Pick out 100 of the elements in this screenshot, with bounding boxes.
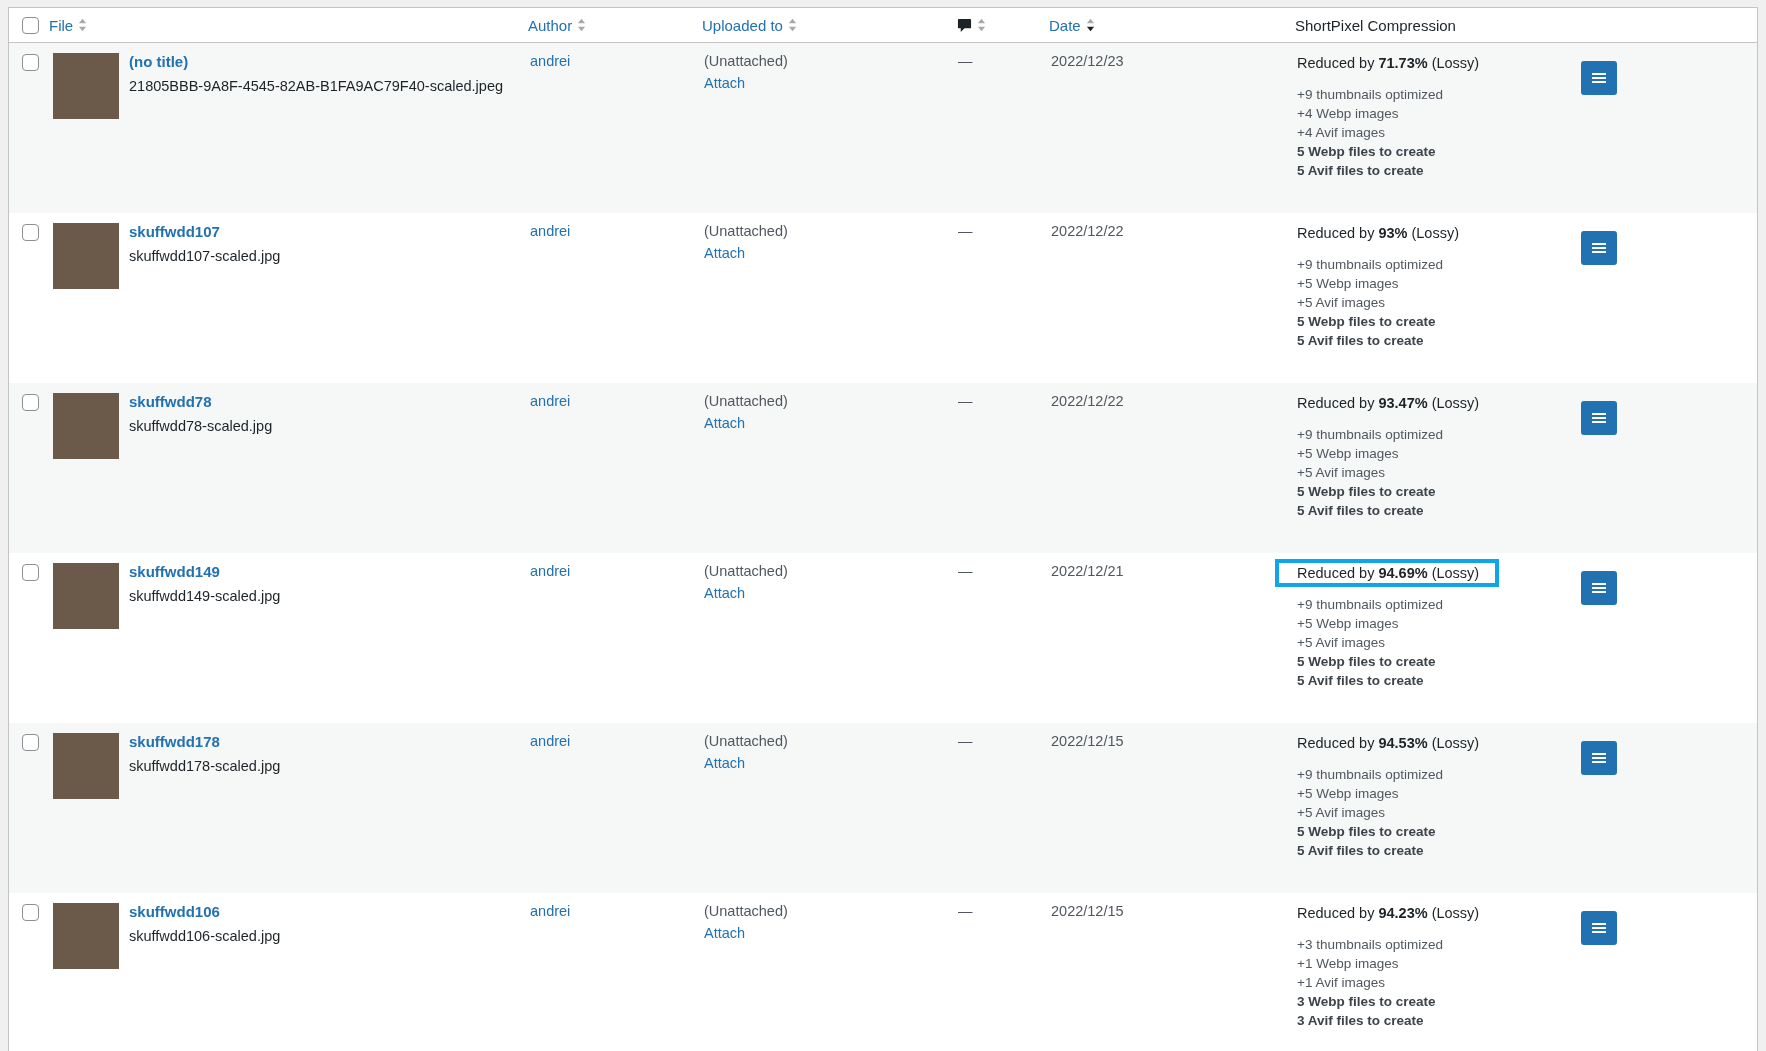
attach-link[interactable]: Attach bbox=[704, 75, 746, 91]
attach-link[interactable]: Attach bbox=[704, 415, 746, 431]
optimization-stat: +9 thumbnails optimized bbox=[1297, 767, 1443, 782]
media-title-link[interactable]: (no title) bbox=[129, 53, 189, 70]
username-link[interactable]: andrei bbox=[530, 563, 571, 579]
date-text: 2022/12/15 bbox=[1051, 733, 1124, 749]
reduction-text: Reduced by 94.23% (Lossy) bbox=[1296, 904, 1481, 923]
pending-files-text: 5 Avif files to create bbox=[1297, 503, 1425, 518]
menu-button[interactable] bbox=[1581, 571, 1617, 605]
pending-files-text: 3 Avif files to create bbox=[1297, 1013, 1425, 1028]
username-link[interactable]: andrei bbox=[530, 53, 571, 69]
uploaded-to-text: (Unattached) bbox=[704, 223, 788, 239]
date-text: 2022/12/22 bbox=[1051, 223, 1124, 239]
comment-count: — bbox=[958, 393, 973, 409]
optimization-stat: +5 Avif images bbox=[1297, 465, 1386, 480]
select-all-checkbox[interactable] bbox=[21, 16, 39, 34]
date-text: 2022/12/15 bbox=[1051, 903, 1124, 919]
media-title-link[interactable]: skuffwdd107 bbox=[129, 223, 220, 240]
pending-files-text: 5 Webp files to create bbox=[1297, 654, 1437, 669]
file-name: skuffwdd107-scaled.jpg bbox=[129, 248, 281, 264]
menu-button[interactable] bbox=[1581, 401, 1617, 435]
comment-count: — bbox=[958, 223, 973, 239]
attach-link[interactable]: Attach bbox=[704, 925, 746, 941]
menu-icon bbox=[1592, 752, 1606, 764]
menu-icon bbox=[1592, 72, 1606, 84]
uploaded-to-text: (Unattached) bbox=[704, 563, 788, 579]
optimization-stat: +4 Avif images bbox=[1297, 125, 1386, 140]
file-name: skuffwdd106-scaled.jpg bbox=[129, 928, 281, 944]
comment-count: — bbox=[958, 563, 973, 579]
pending-files-text: 5 Webp files to create bbox=[1297, 484, 1437, 499]
uploaded-to-text: (Unattached) bbox=[704, 733, 788, 749]
photo-placeholder bbox=[53, 393, 119, 459]
date-text: 2022/12/21 bbox=[1051, 563, 1124, 579]
media-title-link[interactable]: skuffwdd178 bbox=[129, 733, 220, 750]
date-text: 2022/12/22 bbox=[1051, 393, 1124, 409]
row-checkbox[interactable] bbox=[21, 394, 39, 411]
row-checkbox[interactable] bbox=[21, 904, 39, 921]
username-link[interactable]: andrei bbox=[530, 733, 571, 749]
row-checkbox[interactable] bbox=[21, 224, 39, 241]
file-name: skuffwdd178-scaled.jpg bbox=[129, 758, 281, 774]
sort-icon[interactable] bbox=[1085, 17, 1095, 33]
attach-link[interactable]: Attach bbox=[704, 755, 746, 771]
optimization-stat: +5 Avif images bbox=[1297, 805, 1386, 820]
uploaded-to-text: (Unattached) bbox=[704, 53, 788, 69]
uploaded-to-text: (Unattached) bbox=[704, 903, 788, 919]
optimization-stat: +5 Avif images bbox=[1297, 295, 1386, 310]
column-header-link[interactable]: Author bbox=[528, 16, 573, 34]
media-title-link[interactable]: skuffwdd106 bbox=[129, 903, 220, 920]
comment-count: — bbox=[958, 733, 973, 749]
pending-files-text: 5 Avif files to create bbox=[1297, 843, 1425, 858]
photo-placeholder bbox=[53, 733, 119, 799]
optimization-stat: +1 Avif images bbox=[1297, 975, 1386, 990]
optimization-stat: +5 Avif images bbox=[1297, 635, 1386, 650]
menu-icon bbox=[1592, 582, 1606, 594]
column-header-link[interactable]: Uploaded to bbox=[702, 16, 783, 34]
photo-placeholder bbox=[53, 223, 119, 289]
pending-files-text: 5 Avif files to create bbox=[1297, 673, 1425, 688]
attach-link[interactable]: Attach bbox=[704, 585, 746, 601]
reduction-text: Reduced by 94.69% (Lossy) bbox=[1275, 559, 1500, 587]
optimization-stat: +1 Webp images bbox=[1297, 956, 1400, 971]
column-header-link[interactable]: Date bbox=[1049, 16, 1081, 34]
menu-icon bbox=[1592, 922, 1606, 934]
username-link[interactable]: andrei bbox=[530, 223, 571, 239]
optimization-stat: +5 Webp images bbox=[1297, 616, 1400, 631]
pending-files-text: 5 Avif files to create bbox=[1297, 163, 1425, 178]
pending-files-text: 3 Webp files to create bbox=[1297, 994, 1437, 1009]
row-checkbox[interactable] bbox=[21, 564, 39, 581]
comment-count: — bbox=[958, 903, 973, 919]
menu-button[interactable] bbox=[1581, 911, 1617, 945]
optimization-stat: +9 thumbnails optimized bbox=[1297, 257, 1443, 272]
username-link[interactable]: andrei bbox=[530, 393, 571, 409]
reduction-text: Reduced by 93.47% (Lossy) bbox=[1296, 394, 1481, 413]
reduction-text: Reduced by 94.53% (Lossy) bbox=[1296, 734, 1481, 753]
optimization-stat: +5 Webp images bbox=[1297, 276, 1400, 291]
menu-button[interactable] bbox=[1581, 231, 1617, 265]
optimization-stat: +4 Webp images bbox=[1297, 106, 1400, 121]
menu-button[interactable] bbox=[1581, 61, 1617, 95]
media-title-link[interactable]: skuffwdd149 bbox=[129, 563, 220, 580]
optimization-stat: +9 thumbnails optimized bbox=[1297, 427, 1443, 442]
optimization-stat: +9 thumbnails optimized bbox=[1297, 87, 1443, 102]
username-link[interactable]: andrei bbox=[530, 903, 571, 919]
pending-files-text: 5 Webp files to create bbox=[1297, 824, 1437, 839]
column-header-link[interactable]: File bbox=[49, 16, 74, 34]
media-title-link[interactable]: skuffwdd78 bbox=[129, 393, 212, 410]
row-checkbox[interactable] bbox=[21, 54, 39, 71]
menu-icon bbox=[1592, 412, 1606, 424]
file-name: 21805BBB-9A8F-4545-82AB-B1FA9AC79F40-scaled.jpeg bbox=[129, 78, 503, 94]
comment-bubble-icon bbox=[957, 17, 972, 33]
row-checkbox[interactable] bbox=[21, 734, 39, 751]
attach-link[interactable]: Attach bbox=[704, 245, 746, 261]
optimization-stat: +5 Webp images bbox=[1297, 446, 1400, 461]
photo-placeholder bbox=[53, 903, 119, 969]
photo-placeholder bbox=[53, 563, 119, 629]
photo-placeholder bbox=[53, 53, 119, 119]
pending-files-text: 5 Avif files to create bbox=[1297, 333, 1425, 348]
optimization-stat: +5 Webp images bbox=[1297, 786, 1400, 801]
menu-button[interactable] bbox=[1581, 741, 1617, 775]
pending-files-text: 5 Webp files to create bbox=[1297, 314, 1437, 329]
optimization-stat: +3 thumbnails optimized bbox=[1297, 937, 1443, 952]
date-text: 2022/12/23 bbox=[1051, 53, 1124, 69]
